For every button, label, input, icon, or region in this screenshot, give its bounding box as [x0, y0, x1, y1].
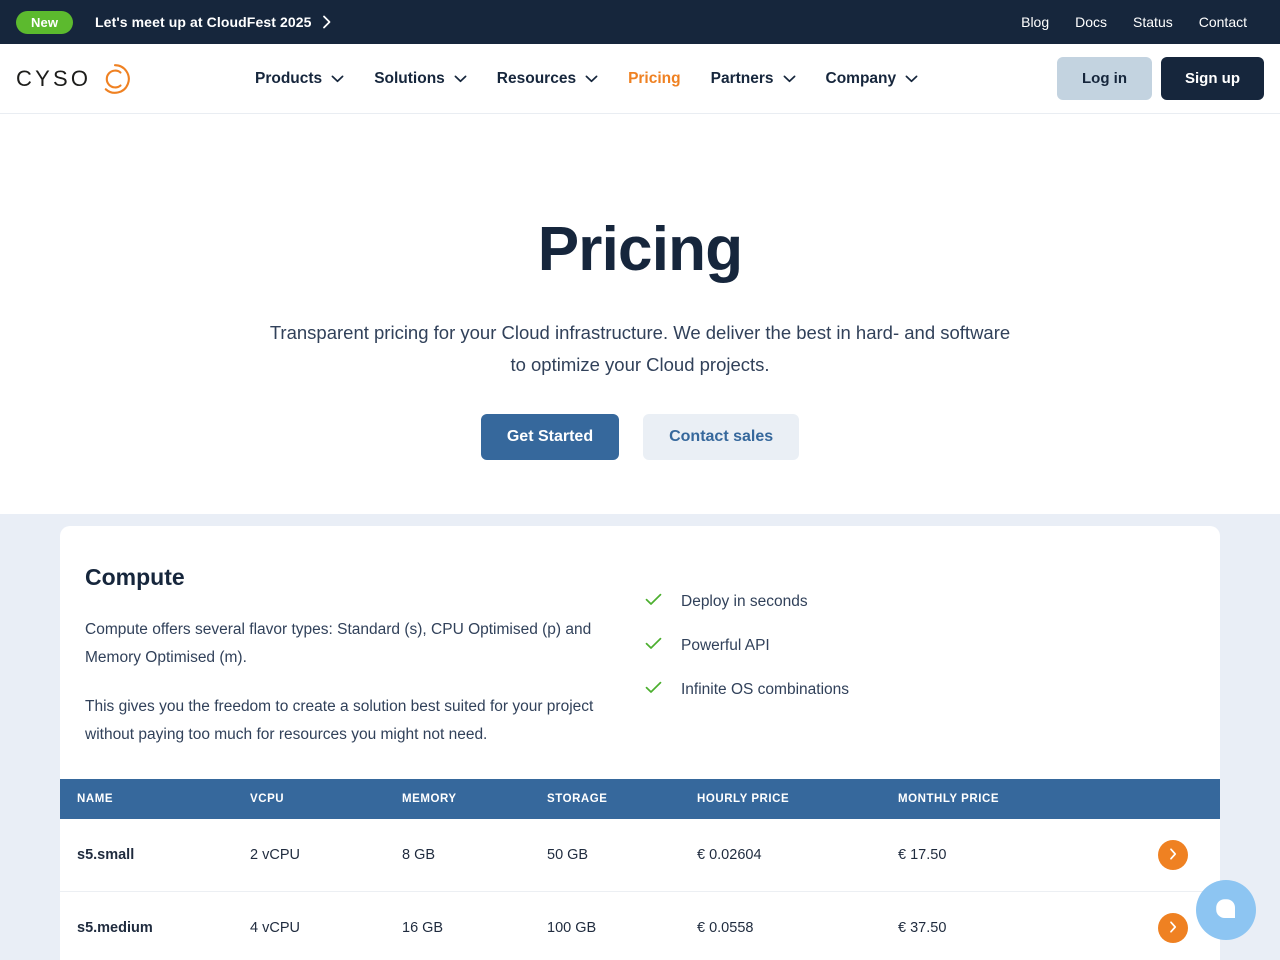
compute-card: Compute Compute offers several flavor ty… [60, 526, 1220, 960]
announcement-bar: New Let's meet up at CloudFest 2025 Blog… [0, 0, 1280, 44]
chevron-down-icon [331, 70, 344, 88]
cyso-circle-logo-icon [98, 62, 132, 96]
table-body: s5.small 2 vCPU 8 GB 50 GB € 0.02604 € 1… [60, 819, 1220, 960]
chat-bubble-icon [1213, 896, 1239, 925]
announcement-link-blog[interactable]: Blog [1021, 14, 1049, 30]
chevron-right-icon[interactable] [322, 15, 332, 29]
cell-storage: 100 GB [547, 891, 697, 960]
cell-hourly-price: € 0.0558 [697, 891, 898, 960]
compute-description: Compute Compute offers several flavor ty… [85, 564, 645, 749]
nav-item-products[interactable]: Products [255, 70, 344, 88]
cell-vcpu: 2 vCPU [250, 819, 402, 892]
nav-item-company[interactable]: Company [826, 70, 919, 88]
logo-wordmark: CYSO [16, 65, 92, 91]
nav-item-label: Pricing [628, 69, 681, 87]
cell-action [1158, 819, 1220, 892]
announcement-links: Blog Docs Status Contact [1021, 14, 1264, 30]
cell-memory: 8 GB [402, 819, 547, 892]
column-header-monthly-price: MONTHLY PRICE [898, 779, 1158, 819]
nav-item-label: Products [255, 69, 323, 87]
table-header-row: NAME VCPU MEMORY STORAGE HOURLY PRICE MO… [60, 779, 1220, 819]
table-head: NAME VCPU MEMORY STORAGE HOURLY PRICE MO… [60, 779, 1220, 819]
pricing-section: Compute Compute offers several flavor ty… [0, 514, 1280, 960]
compute-paragraph-2: This gives you the freedom to create a s… [85, 698, 594, 743]
table-row[interactable]: s5.small 2 vCPU 8 GB 50 GB € 0.02604 € 1… [60, 819, 1220, 892]
column-header-name: NAME [60, 779, 250, 819]
table-row[interactable]: s5.medium 4 vCPU 16 GB 100 GB € 0.0558 €… [60, 891, 1220, 960]
nav-item-label: Resources [496, 69, 577, 87]
check-icon [645, 681, 662, 699]
chevron-down-icon [783, 70, 796, 88]
announcement-link-docs[interactable]: Docs [1075, 14, 1107, 30]
chevron-down-icon [905, 70, 918, 88]
cell-name: s5.medium [60, 891, 250, 960]
row-details-button[interactable] [1158, 913, 1188, 943]
feature-item: Infinite OS combinations [645, 681, 849, 699]
chevron-down-icon [454, 70, 467, 88]
check-icon [645, 637, 662, 655]
cell-hourly-price: € 0.02604 [697, 819, 898, 892]
chevron-right-icon [1169, 847, 1177, 863]
cell-vcpu: 4 vCPU [250, 891, 402, 960]
hero-section: Pricing Transparent pricing for your Clo… [0, 114, 1280, 514]
column-header-storage: STORAGE [547, 779, 697, 819]
cell-monthly-price: € 37.50 [898, 891, 1158, 960]
nav-item-label: Partners [710, 69, 774, 87]
chat-widget-button[interactable] [1196, 880, 1256, 940]
column-header-vcpu: VCPU [250, 779, 402, 819]
nav-item-solutions[interactable]: Solutions [374, 70, 467, 88]
compute-paragraph-1: Compute offers several flavor types: Sta… [85, 621, 592, 666]
announcement-new-badge: New [16, 10, 74, 34]
announcement-link-contact[interactable]: Contact [1199, 14, 1247, 30]
cell-monthly-price: € 17.50 [898, 819, 1158, 892]
cell-storage: 50 GB [547, 819, 697, 892]
cell-memory: 16 GB [402, 891, 547, 960]
feature-label: Infinite OS combinations [681, 681, 850, 698]
signup-button[interactable]: Sign up [1161, 57, 1264, 100]
feature-label: Deploy in seconds [681, 593, 808, 610]
column-header-action [1158, 779, 1220, 819]
nav-item-partners[interactable]: Partners [711, 70, 796, 88]
compute-card-header: Compute Compute offers several flavor ty… [60, 526, 1220, 779]
cell-name: s5.small [60, 819, 250, 892]
feature-item: Powerful API [645, 637, 849, 655]
feature-item: Deploy in seconds [645, 593, 849, 611]
logo[interactable]: CYSO [16, 62, 132, 96]
row-details-button[interactable] [1158, 840, 1188, 870]
announcement-text[interactable]: Let's meet up at CloudFest 2025 [95, 14, 311, 30]
compute-pricing-table: NAME VCPU MEMORY STORAGE HOURLY PRICE MO… [60, 779, 1220, 960]
main-navigation: CYSO Products Solutions Resources Pricin… [0, 44, 1280, 114]
compute-title: Compute [85, 564, 185, 590]
page-title: Pricing [537, 215, 743, 284]
announcement-link-status[interactable]: Status [1133, 14, 1173, 30]
check-icon [645, 593, 662, 611]
nav-item-label: Company [825, 69, 897, 87]
compute-feature-list: Deploy in seconds Powerful API Infinite … [645, 564, 849, 749]
column-header-memory: MEMORY [402, 779, 547, 819]
nav-item-resources[interactable]: Resources [497, 70, 598, 88]
feature-label: Powerful API [681, 637, 770, 654]
contact-sales-button[interactable]: Contact sales [643, 414, 800, 460]
nav-item-label: Solutions [374, 69, 445, 87]
nav-menu: Products Solutions Resources Pricing Par… [255, 70, 918, 88]
nav-actions: Log in Sign up [1057, 57, 1264, 100]
login-button[interactable]: Log in [1057, 57, 1152, 100]
chevron-down-icon [585, 70, 598, 88]
get-started-button[interactable]: Get Started [480, 414, 620, 460]
nav-item-pricing[interactable]: Pricing [628, 70, 681, 88]
hero-actions: Get Started Contact sales [0, 414, 1280, 460]
hero-subtitle: Transparent pricing for your Cloud infra… [269, 322, 1011, 375]
column-header-hourly-price: HOURLY PRICE [697, 779, 898, 819]
chevron-right-icon [1169, 920, 1177, 936]
